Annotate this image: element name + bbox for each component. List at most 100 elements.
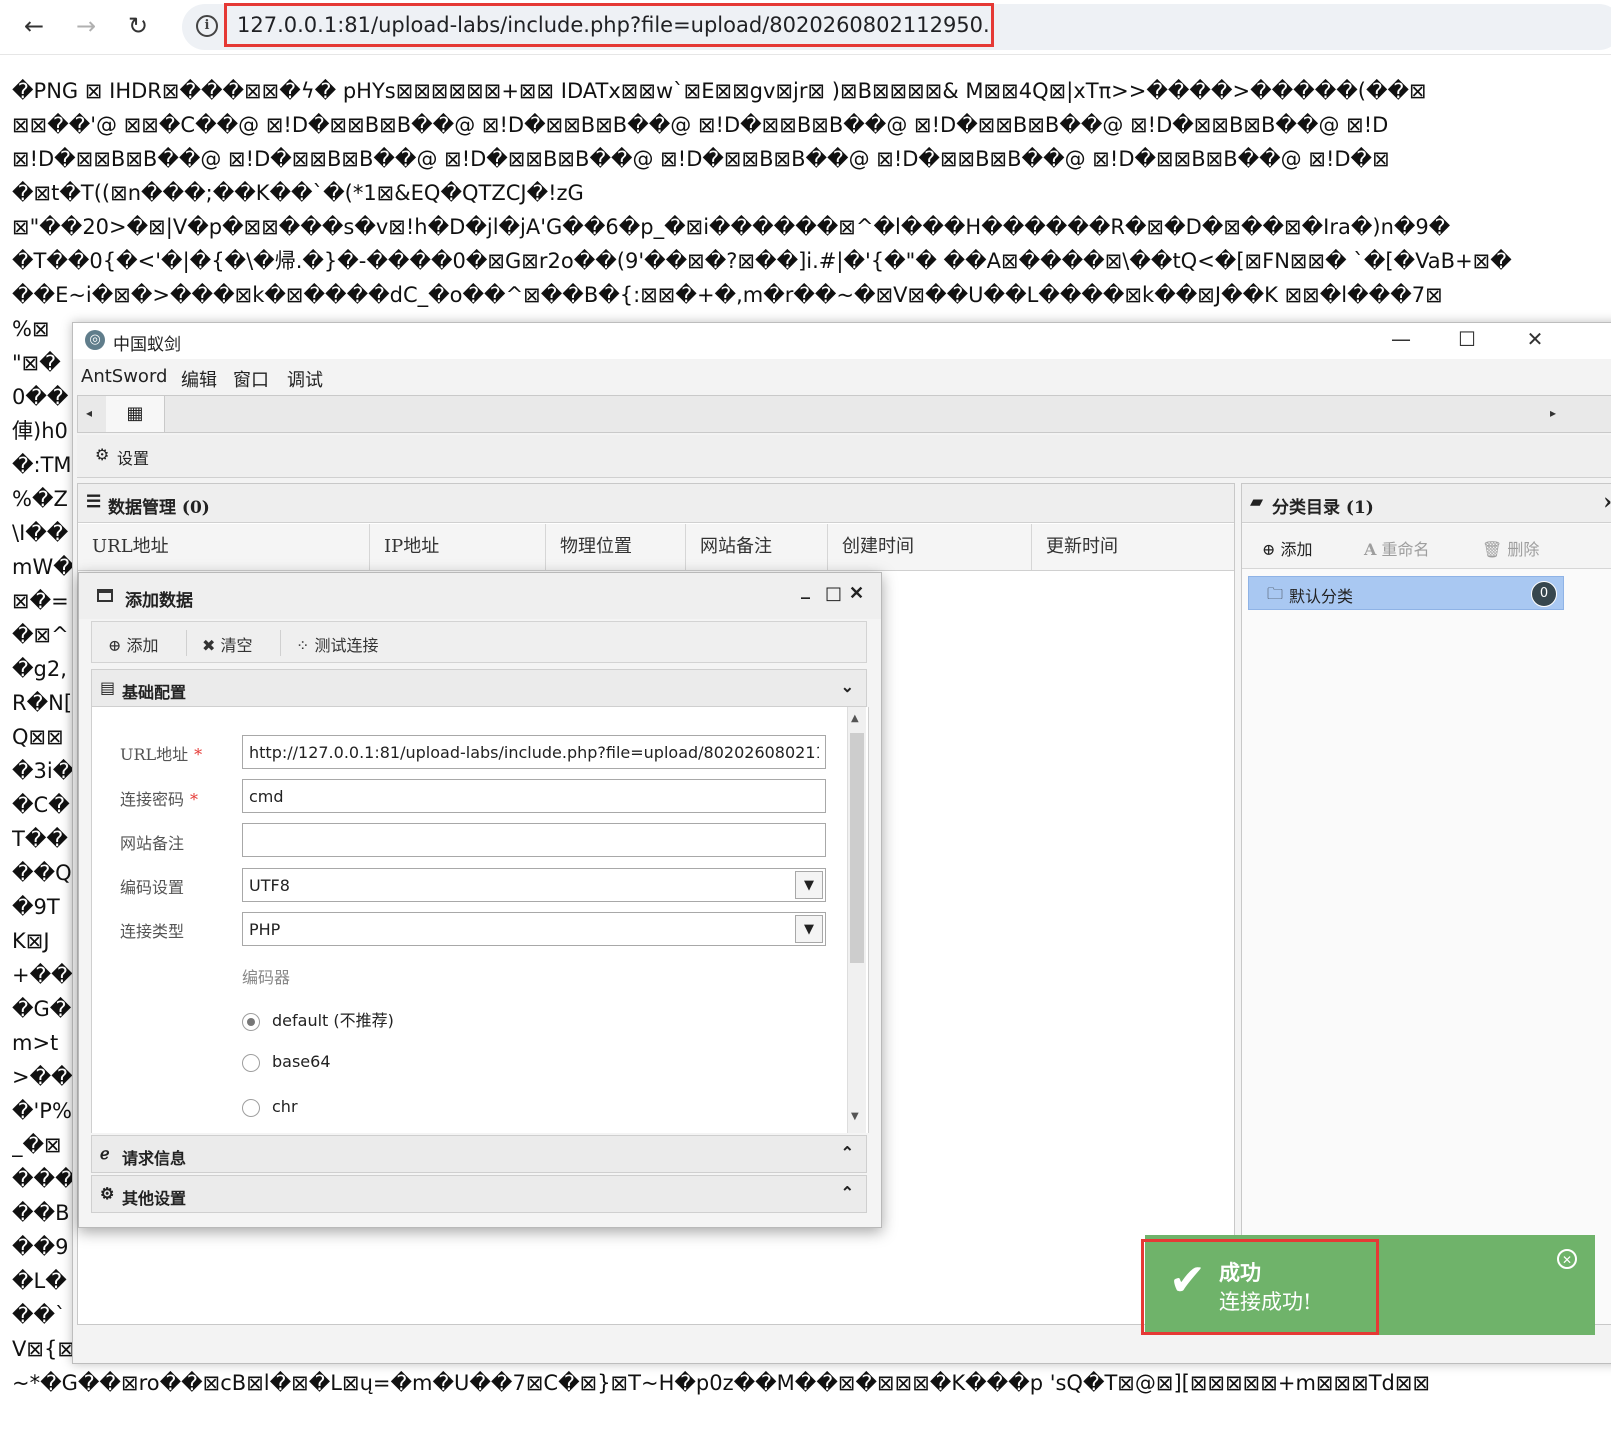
type-value: PHP	[249, 920, 281, 939]
column-updated[interactable]: 更新时间	[1032, 524, 1234, 570]
category-title: 分类目录 (1)	[1272, 498, 1374, 518]
column-url[interactable]: URL地址	[78, 524, 370, 570]
ie-icon: ℯ	[100, 1144, 110, 1163]
column-location[interactable]: 物理位置	[546, 524, 686, 570]
menu-antsword[interactable]: AntSword	[81, 366, 167, 387]
grid-icon: ▦	[126, 403, 144, 424]
encoder-option-label: default (不推荐)	[272, 1011, 394, 1030]
category-item-label: 默认分类	[1289, 587, 1354, 606]
tab-scroll-left-icon[interactable]: ◂	[86, 406, 92, 420]
menu-edit[interactable]: 编辑	[181, 366, 217, 392]
scroll-up-icon[interactable]: ▲	[851, 713, 859, 724]
category-header: ▰ 分类目录 (1) ›	[1242, 484, 1611, 523]
category-panel: ▰ 分类目录 (1) › ⊕ 添加 A 重命名 🗑 删除 🗀 默认分类 0	[1241, 483, 1611, 1325]
request-info-title: 请求信息	[122, 1149, 187, 1168]
url-label: URL地址 *	[120, 745, 203, 764]
close-icon[interactable]: ✕	[1515, 327, 1555, 351]
folder-open-icon: 🗀	[1267, 584, 1284, 603]
column-ip[interactable]: IP地址	[370, 524, 546, 570]
basic-config-header[interactable]: ▤ 基础配置 ⌄	[91, 669, 867, 707]
settings-button[interactable]: 设置	[117, 445, 149, 469]
password-input[interactable]	[242, 779, 826, 813]
category-rename-button[interactable]: A 重命名	[1364, 536, 1430, 560]
scrollbar-thumb[interactable]	[850, 733, 864, 963]
window-titlebar[interactable]: ◎ 中国蚁剑 — ☐ ✕	[73, 323, 1611, 359]
raw-text-line: �T��0{�<'�|�{�\�帰.�}�-����0�⊠G⊠r2o��(9'�…	[12, 249, 1512, 273]
minimize-icon[interactable]: —	[1381, 327, 1421, 351]
file-text-icon: ▤	[100, 678, 116, 697]
encoder-option-default[interactable]: default (不推荐)	[242, 1007, 394, 1031]
plus-circle-icon: ⊕	[108, 636, 122, 655]
raw-text-line: ⊠!D�⊠⊠B⊠B��@ ⊠!D�⊠⊠B⊠B��@ ⊠!D�⊠⊠B⊠B��@ ⊠…	[12, 147, 1390, 171]
menu-debug[interactable]: 调试	[287, 366, 323, 392]
encoding-value: UTF8	[249, 876, 290, 895]
antsword-logo-icon: ◎	[85, 330, 105, 350]
plus-circle-icon: ⊕	[1262, 540, 1276, 559]
site-info-icon[interactable]: i	[196, 15, 218, 37]
radio-unchecked-icon	[242, 1053, 260, 1072]
column-note[interactable]: 网站备注	[686, 524, 828, 570]
menu-bar: AntSword 编辑 窗口 调试	[73, 359, 1611, 393]
category-add-label: 添加	[1280, 540, 1313, 559]
add-data-dialog: 添加数据 _ □ ✕ ⊕ 添加 ✖ 清空 ⁘ 测试连接 ▤ 基础配置 ⌄ URL…	[78, 572, 882, 1228]
back-icon[interactable]: ←	[16, 8, 52, 44]
column-created[interactable]: 创建时间	[828, 524, 1032, 570]
category-item-default[interactable]: 🗀 默认分类 0	[1248, 576, 1564, 610]
list-icon: ☰	[86, 492, 102, 512]
encoder-label: 编码器	[242, 968, 291, 987]
add-button[interactable]: ⊕ 添加	[108, 632, 159, 656]
category-delete-label: 删除	[1507, 540, 1540, 559]
dialog-maximize-icon[interactable]: □	[825, 583, 842, 604]
note-input[interactable]	[242, 823, 826, 857]
font-icon: A	[1364, 540, 1377, 559]
tab-scroll-right-icon[interactable]: ▸	[1550, 406, 1556, 420]
table-header: URL地址 IP地址 物理位置 网站备注 创建时间 更新时间	[78, 524, 1234, 571]
times-icon: ✖	[202, 636, 216, 655]
dialog-titlebar[interactable]: 添加数据 _ □ ✕	[79, 573, 881, 619]
encoder-option-chr[interactable]: chr	[242, 1097, 298, 1117]
window-title: 中国蚁剑	[113, 335, 181, 355]
type-select[interactable]: PHP ▼	[242, 912, 826, 946]
other-settings-header[interactable]: ⚙ 其他设置 ⌃	[91, 1175, 867, 1213]
encoding-select[interactable]: UTF8 ▼	[242, 868, 826, 902]
form-scrollbar[interactable]: ▲ ▼	[847, 707, 866, 1133]
tab-home[interactable]: ▦	[106, 396, 165, 432]
toast-close-icon[interactable]: ✕	[1557, 1249, 1577, 1269]
url-text[interactable]: 127.0.0.1:81/upload-labs/include.php?fil…	[224, 3, 994, 47]
chevron-right-icon[interactable]: ›	[1603, 489, 1611, 515]
chevron-down-icon: ▼	[795, 871, 823, 899]
dialog-minimize-icon[interactable]: _	[801, 579, 810, 600]
clear-button[interactable]: ✖ 清空	[202, 632, 253, 656]
data-management-header: ☰ 数据管理 (0)	[78, 484, 1234, 523]
raw-text-line: ~*�G��⊠ro��⊠cB⊠l�⊠�L⊠ų=�m�U��7⊠C�⊠}⊠T~H�…	[12, 1371, 1431, 1395]
radio-checked-icon	[242, 1012, 260, 1031]
category-add-button[interactable]: ⊕ 添加	[1262, 536, 1313, 560]
encoder-option-label: base64	[272, 1052, 331, 1071]
data-management-title: 数据管理 (0)	[108, 498, 210, 518]
raw-text-line: �⊠t�T((⊠n���;��K��`�(*1⊠&EQ�QTZCJ�!zG	[12, 181, 584, 205]
radio-unchecked-icon	[242, 1098, 260, 1117]
type-label: 连接类型	[120, 922, 185, 941]
test-connection-button[interactable]: ⁘ 测试连接	[296, 632, 379, 656]
raw-text-line: ��E~i�⊠�>���⊠k�⊠����dC_�o��^⊠��B�{:⊠⊠�+�…	[12, 283, 1443, 307]
category-delete-button[interactable]: 🗑 删除	[1482, 536, 1539, 560]
encoder-option-base64[interactable]: base64	[242, 1052, 331, 1072]
category-rename-label: 重命名	[1381, 540, 1430, 559]
maximize-icon[interactable]: ☐	[1447, 327, 1487, 351]
reload-icon[interactable]: ↻	[120, 8, 156, 44]
raw-text-line: ⊠"��20>�⊠|V�p�⊠⊠���s�v⊠!h�D�jl�jA'G��6�p…	[12, 215, 1451, 239]
menu-window[interactable]: 窗口	[233, 366, 269, 392]
category-toolbar: ⊕ 添加 A 重命名 🗑 删除	[1242, 524, 1611, 569]
request-info-header[interactable]: ℯ 请求信息 ⌃	[91, 1135, 867, 1173]
count-badge: 0	[1531, 581, 1557, 607]
dialog-close-icon[interactable]: ✕	[849, 583, 864, 604]
other-settings-title: 其他设置	[122, 1189, 187, 1208]
test-connection-label: 测试连接	[314, 636, 379, 655]
url-input[interactable]	[242, 735, 826, 769]
scroll-down-icon[interactable]: ▼	[851, 1111, 859, 1122]
forward-icon[interactable]: →	[68, 8, 104, 44]
chevron-down-icon: ⌄	[840, 677, 854, 696]
dialog-toolbar: ⊕ 添加 ✖ 清空 ⁘ 测试连接	[91, 621, 867, 663]
raw-text-line: ⊠⊠��'@ ⊠⊠�C��@ ⊠!D�⊠⊠B⊠B��@ ⊠!D�⊠⊠B⊠B��@…	[12, 113, 1389, 137]
add-button-label: 添加	[126, 636, 159, 655]
